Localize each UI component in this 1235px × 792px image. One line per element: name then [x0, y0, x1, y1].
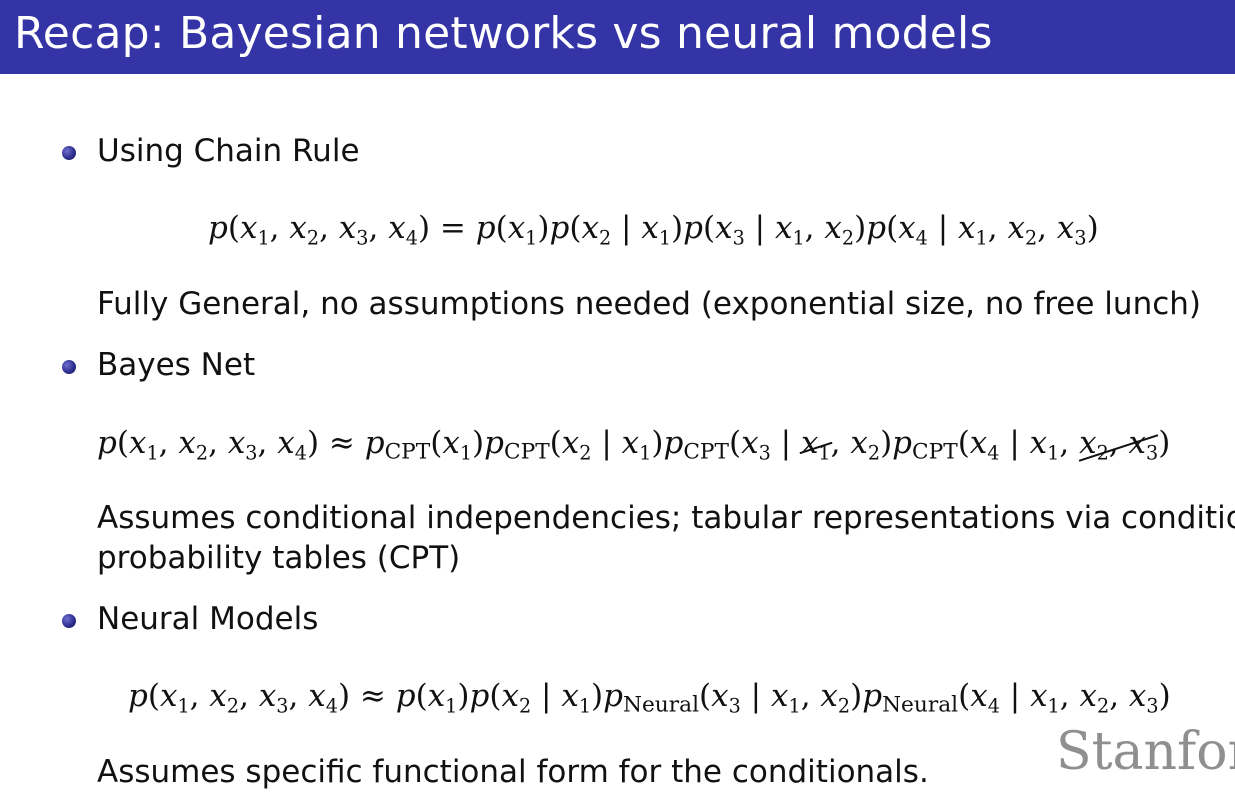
bullet-bayes-net: Bayes Net	[97, 347, 256, 383]
description-neural-models: Assumes specific functional form for the…	[97, 754, 929, 790]
equation-neural-models: p(x1, x2, x3, x4) ≈ p(x1)p(x2 | x1)pNeur…	[128, 678, 1171, 718]
stanford-watermark: Stanfor	[1056, 722, 1235, 782]
description-bayes-net-line2: probability tables (CPT)	[97, 540, 461, 576]
equation-bayes-net: p(x1, x2, x3, x4) ≈ pCPT(x1)pCPT(x2 | x1…	[97, 425, 1171, 465]
description-chain-rule: Fully General, no assumptions needed (ex…	[97, 286, 1201, 322]
bullet-chain-rule: Using Chain Rule	[97, 133, 360, 169]
description-bayes-net-line1: Assumes conditional independencies; tabu…	[97, 500, 1235, 536]
bullet-dot-bayes-net	[62, 360, 76, 374]
crossed-out-term: x2, x3	[1079, 425, 1159, 465]
bullet-dot-chain-rule	[62, 146, 76, 160]
crossed-out-term: x1	[800, 425, 831, 465]
title-bar: Recap: Bayesian networks vs neural model…	[0, 0, 1235, 74]
bullet-neural-models: Neural Models	[97, 601, 319, 637]
bullet-dot-neural-models	[62, 614, 76, 628]
equation-chain-rule: p(x1, x2, x3, x4) = p(x1)p(x2 | x1)p(x3 …	[208, 210, 1099, 250]
slide-title: Recap: Bayesian networks vs neural model…	[14, 8, 993, 59]
